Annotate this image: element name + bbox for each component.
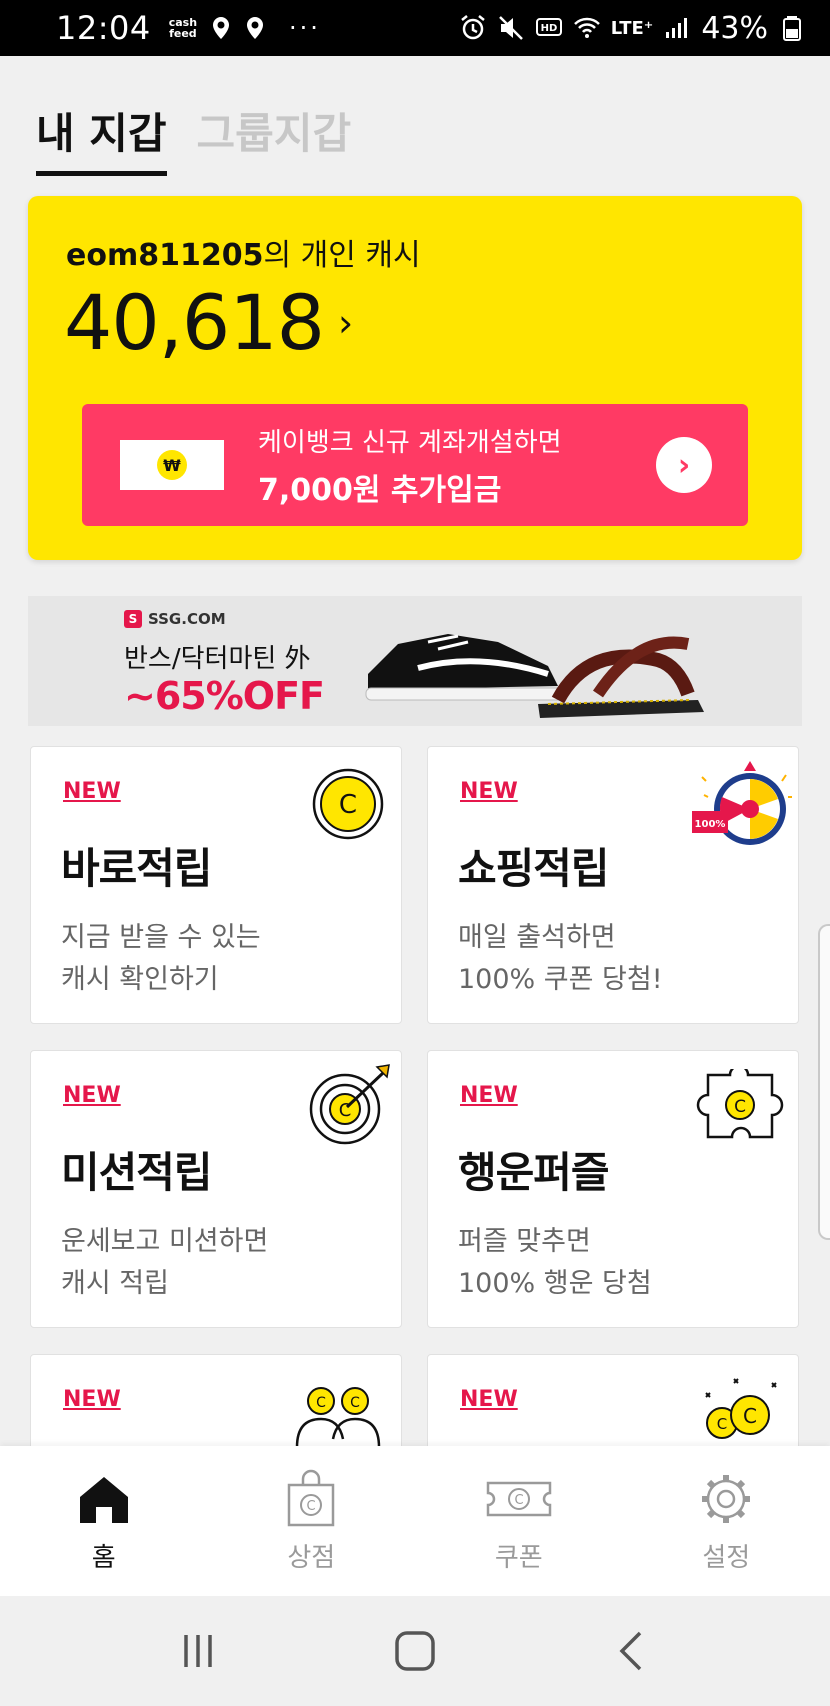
new-badge: NEW (63, 1083, 121, 1108)
card-description: 매일 출석하면 100% 쿠폰 당첨! (458, 922, 663, 995)
svg-text:C: C (734, 1097, 746, 1117)
svg-text:C: C (316, 1395, 326, 1411)
puzzle-icon: C (696, 1069, 784, 1139)
ssg-ad-banner[interactable]: S SSG.COM 반스/닥터마틴 外 ~65%OFF (28, 596, 802, 726)
instant-earn-card[interactable]: NEW 바로적립 지금 받을 수 있는 캐시 확인하기 C (30, 746, 402, 1024)
nav-coupon[interactable]: C 쿠폰 (444, 1469, 594, 1574)
svg-text:C: C (514, 1493, 523, 1508)
coupon-icon: C (486, 1481, 551, 1516)
svg-text:C: C (350, 1395, 360, 1411)
pop-notification-icon (247, 17, 264, 39)
home-icon (79, 1476, 128, 1523)
ssg-brand: S SSG.COM (124, 610, 226, 628)
card-description: 지금 받을 수 있는 캐시 확인하기 (61, 922, 261, 995)
roulette-icon: 100% (692, 761, 792, 845)
signal-icon (666, 18, 688, 38)
new-badge: NEW (460, 1387, 518, 1412)
recent-apps-icon[interactable] (174, 1627, 222, 1675)
svg-text:HD: HD (540, 23, 557, 34)
alarm-icon (460, 15, 485, 40)
more-notifications-icon: ··· (289, 14, 321, 42)
shop-bag-icon: C (288, 1469, 335, 1526)
scroll-handle[interactable] (818, 924, 830, 1240)
mute-icon (498, 16, 523, 40)
hd-voice-icon: HD (535, 18, 562, 36)
chevron-right-icon: › (337, 300, 354, 345)
cash-amount-link[interactable]: 40,618 › (64, 278, 353, 367)
card-title: 미션적립 (61, 1148, 213, 1197)
arrow-right-icon[interactable]: › (656, 437, 712, 493)
status-bar: 12:04 cash feed ··· HD LTE⁺ 43% (0, 0, 830, 56)
tab-my-wallet[interactable]: 내 지갑 (36, 100, 167, 176)
cash-owner-label: eom811205의 개인 캐시 (66, 238, 421, 273)
mission-earn-card[interactable]: NEW 미션적립 운세보고 미션하면 캐시 적립 C (30, 1050, 402, 1328)
system-navigation (0, 1596, 830, 1706)
kbank-logo: ₩ (120, 440, 224, 490)
balloon-coins-icon: C C (705, 1378, 777, 1439)
status-time: 12:04 (56, 9, 151, 47)
shopping-earn-card[interactable]: NEW 쇼핑적립 매일 출석하면 100% 쿠폰 당첨! 100% (427, 746, 799, 1024)
svg-text:C: C (307, 1499, 316, 1514)
kbank-promo-button[interactable]: ₩ 케이뱅크 신규 계좌개설하면 7,000원 추가입금 › (82, 404, 748, 526)
wallet-tabs: 내 지갑 그룹지갑 (36, 100, 351, 176)
shoes-image (365, 634, 704, 718)
ssg-logo-icon: S (124, 610, 142, 628)
cashfeed-notification-icon: cash feed (168, 16, 198, 40)
gear-icon (702, 1474, 751, 1523)
svg-text:C: C (743, 1404, 757, 1428)
back-icon[interactable] (608, 1627, 656, 1675)
new-badge: NEW (460, 779, 518, 804)
bottom-navigation: 홈 C 상점 C 쿠폰 설정 (0, 1446, 830, 1596)
tab-group-wallet[interactable]: 그룹지갑 (197, 100, 352, 176)
personal-cash-card: eom811205의 개인 캐시 40,618 › ₩ 케이뱅크 신규 계좌개설… (28, 196, 802, 560)
won-coin-icon: ₩ (157, 450, 187, 480)
banner-offer: ~65%OFF (124, 674, 325, 718)
card-title: 행운퍼즐 (458, 1148, 610, 1197)
svg-text:C: C (339, 790, 357, 820)
new-badge: NEW (63, 779, 121, 804)
pop-notification-icon (213, 17, 230, 39)
wifi-icon (573, 17, 600, 38)
battery-icon (783, 16, 801, 41)
svg-text:C: C (717, 1415, 727, 1433)
nav-shop[interactable]: C 상점 (236, 1469, 386, 1574)
card-title: 바로적립 (61, 844, 213, 893)
kbank-promo-title: 7,000원 추가입금 (258, 472, 502, 508)
new-badge: NEW (460, 1083, 518, 1108)
card-title: 쇼핑적립 (458, 844, 610, 893)
lucky-puzzle-card[interactable]: NEW 행운퍼즐 퍼즐 맞추면 100% 행운 당첨 C (427, 1050, 799, 1328)
cash-amount: 40,618 (64, 278, 325, 367)
home-button-icon[interactable] (391, 1627, 439, 1675)
coin-icon: C (312, 768, 384, 840)
card-description: 운세보고 미션하면 캐시 적립 (61, 1226, 269, 1299)
nav-home[interactable]: 홈 (29, 1469, 179, 1574)
lte-icon: LTE⁺ (610, 17, 654, 39)
svg-text:100%: 100% (695, 819, 726, 830)
friends-icon: C C (295, 1387, 381, 1448)
target-icon: C (309, 1064, 390, 1145)
banner-headline: 반스/닥터마틴 外 (124, 644, 311, 674)
new-badge: NEW (63, 1387, 121, 1412)
battery-percent: 43% (701, 10, 768, 46)
kbank-promo-subtitle: 케이뱅크 신규 계좌개설하면 (258, 427, 562, 458)
card-description: 퍼즐 맞추면 100% 행운 당첨 (458, 1226, 652, 1299)
nav-settings[interactable]: 설정 (651, 1469, 801, 1574)
